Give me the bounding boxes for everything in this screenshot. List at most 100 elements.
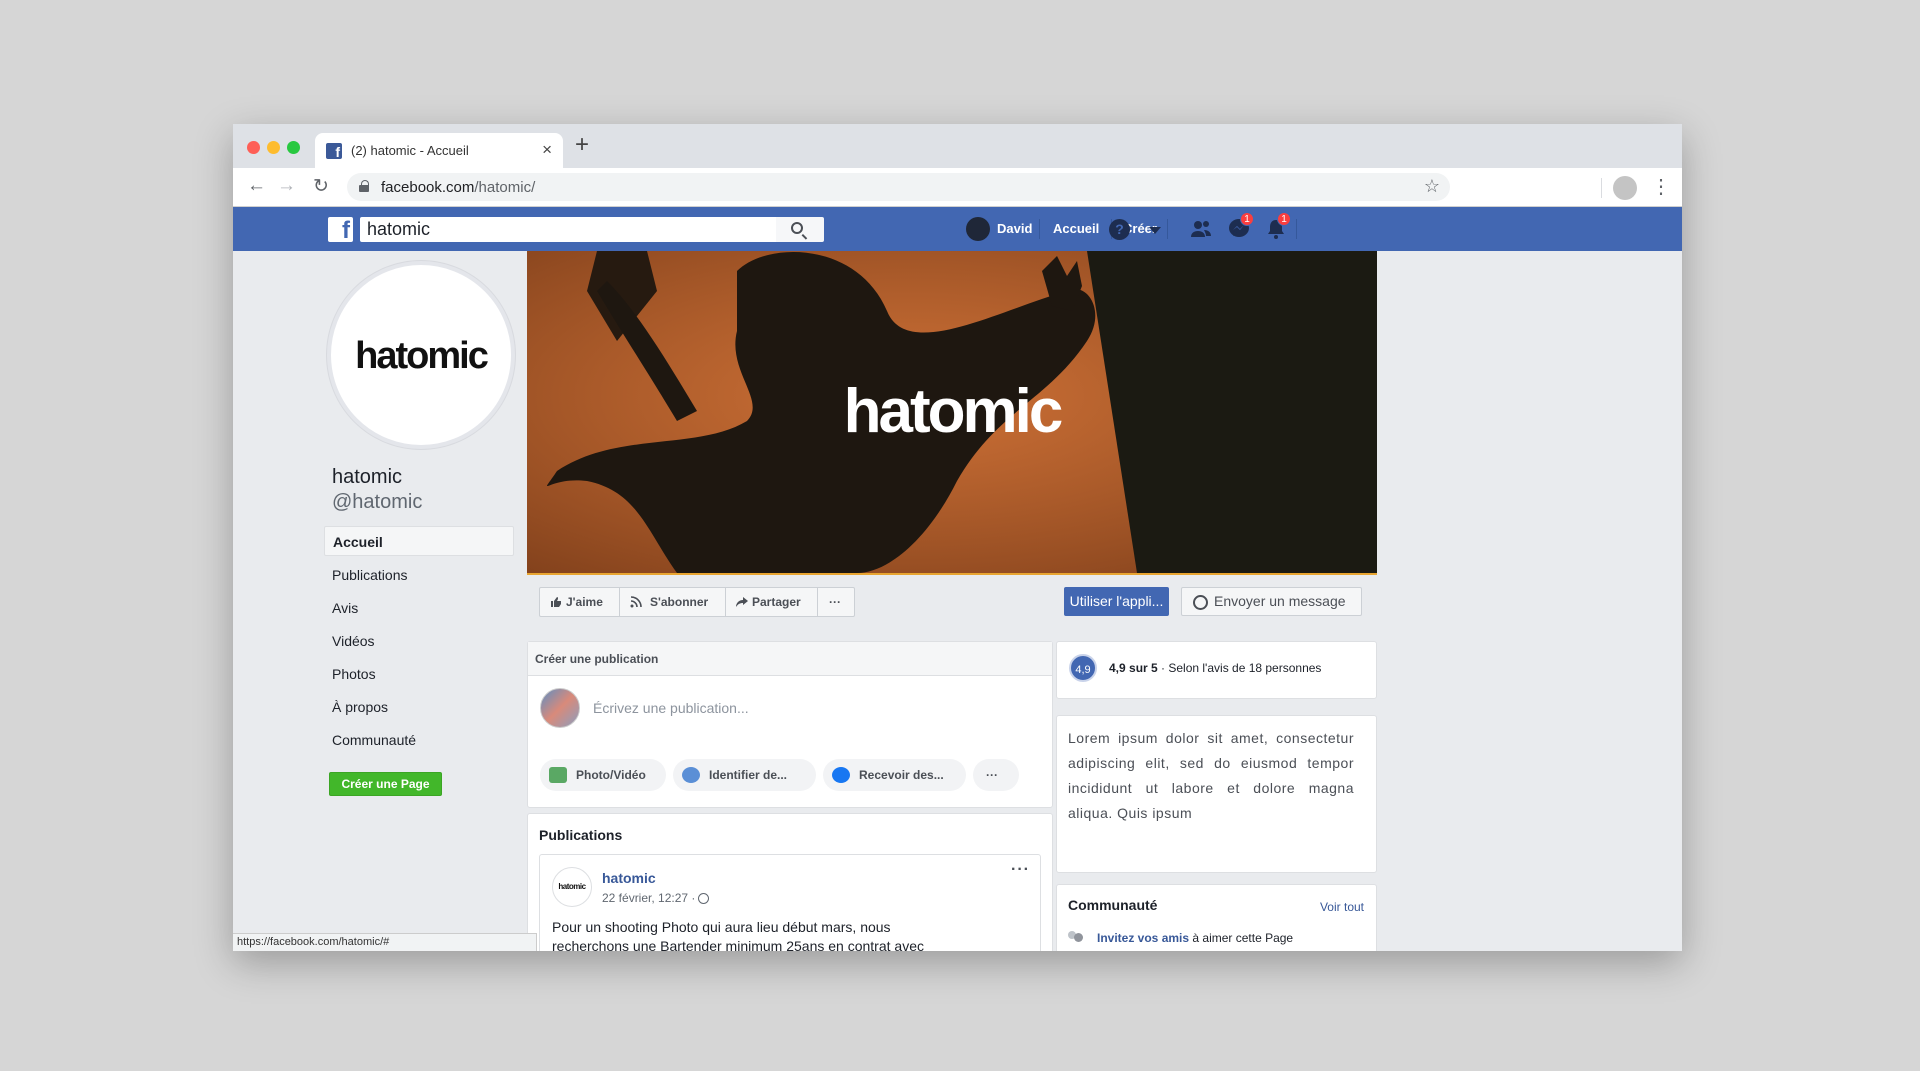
notifications-badge: 1 [1277, 212, 1291, 226]
browser-menu-icon[interactable]: ⋮ [1651, 174, 1671, 199]
nav-reviews[interactable]: Avis [324, 593, 514, 623]
status-bar-url: https://facebook.com/hatomic/# [233, 933, 537, 951]
home-link[interactable]: Accueil [1053, 221, 1099, 236]
receive-messages-label: Recevoir des... [859, 768, 944, 782]
follow-button[interactable]: S'abonner [620, 588, 726, 616]
nav-photos[interactable]: Photos [324, 659, 514, 689]
url-input[interactable]: facebook.com/hatomic/ ☆ [347, 173, 1450, 201]
maximize-window-button[interactable] [287, 141, 300, 154]
forward-icon[interactable]: → [277, 175, 296, 197]
page-handle[interactable]: @hatomic [332, 491, 422, 514]
tag-person-icon [682, 767, 700, 783]
new-tab-button[interactable]: + [575, 131, 589, 159]
share-button[interactable]: Partager [726, 588, 818, 616]
invite-friends-link[interactable]: Invitez vos amis [1097, 931, 1189, 945]
composer-input[interactable]: Écrivez une publication... [593, 700, 749, 716]
receive-messages-button[interactable]: Recevoir des... [823, 759, 966, 791]
facebook-search-input[interactable]: hatomic [360, 217, 776, 242]
about-card: Lorem ipsum dolor sit amet, consectetur … [1056, 715, 1377, 873]
publications-title: Publications [539, 827, 623, 843]
photo-video-button[interactable]: Photo/Vidéo [540, 759, 666, 791]
user-avatar[interactable] [966, 217, 990, 241]
profile-avatar[interactable] [1613, 176, 1637, 200]
facebook-header: f hatomic David Accueil Créer 1 1 ? [233, 207, 1682, 251]
search-button[interactable] [776, 217, 824, 242]
page-actions-group: J'aime S'abonner Partager ··· [539, 587, 855, 617]
search-value: hatomic [367, 219, 431, 239]
url-path: /hatomic/ [474, 179, 536, 196]
use-app-button[interactable]: Utiliser l'appli... [1064, 587, 1169, 616]
cover-photo[interactable]: hatomic [527, 251, 1377, 573]
address-bar: ← → ↻ facebook.com/hatomic/ ☆ ⋮ [233, 168, 1682, 207]
post-date-text: 22 février, 12:27 · [602, 891, 696, 905]
composer-avatar [540, 688, 580, 728]
rating-card: 4,9 4,9 sur 5 · Selon l'avis de 18 perso… [1056, 641, 1377, 699]
nav-videos[interactable]: Vidéos [324, 626, 514, 656]
bookmark-star-icon[interactable]: ☆ [1424, 176, 1440, 197]
minimize-window-button[interactable] [267, 141, 280, 154]
notifications-bell-icon[interactable]: 1 [1264, 212, 1291, 241]
header-divider [1039, 219, 1040, 239]
browser-tab[interactable]: f (2) hatomic - Accueil × [315, 133, 563, 168]
share-arrow-icon [736, 597, 748, 607]
publications-card: Publications hatomic hatomic 22 février,… [527, 813, 1053, 951]
post-text: Pour un shooting Photo qui aura lieu déb… [552, 919, 924, 951]
like-button[interactable]: J'aime [540, 588, 620, 616]
rss-icon [630, 596, 642, 608]
photo-icon [549, 767, 567, 783]
user-name-link[interactable]: David [997, 221, 1032, 236]
about-text: Lorem ipsum dolor sit amet, consectetur … [1068, 730, 1354, 821]
composer-title: Créer une publication [528, 642, 1052, 676]
tab-bar: f (2) hatomic - Accueil × + [233, 124, 1682, 168]
messenger-icon[interactable]: 1 [1227, 212, 1254, 241]
reload-icon[interactable]: ↻ [313, 175, 329, 198]
post-author[interactable]: hatomic [602, 870, 656, 886]
send-message-label: Envoyer un message [1214, 593, 1346, 609]
close-window-button[interactable] [247, 141, 260, 154]
tab-close-icon[interactable]: × [542, 140, 552, 160]
tag-people-button[interactable]: Identifier de... [673, 759, 816, 791]
invite-friends: Invitez vos amis à aimer cette Page [1097, 931, 1293, 945]
community-card: Communauté Voir tout Invitez vos amis à … [1056, 884, 1377, 951]
post-card: hatomic hatomic 22 février, 12:27 · ··· … [539, 854, 1041, 951]
lock-icon [359, 180, 369, 192]
page-profile-picture[interactable]: hatomic [327, 261, 515, 449]
nav-home[interactable]: Accueil [324, 526, 514, 556]
tag-people-label: Identifier de... [709, 768, 788, 782]
nav-about[interactable]: À propos [324, 692, 514, 722]
rating-score: 4,9 sur 5 [1109, 661, 1158, 675]
follow-label: S'abonner [650, 595, 709, 609]
see-all-link[interactable]: Voir tout [1320, 900, 1364, 914]
facebook-favicon-icon: f [326, 143, 342, 159]
nav-community[interactable]: Communauté [324, 725, 514, 755]
friend-requests-icon[interactable] [1189, 217, 1213, 241]
profile-logo-text: hatomic [355, 335, 489, 377]
composer-card: Créer une publication Écrivez une public… [527, 641, 1053, 808]
rating-detail: · Selon l'avis de 18 personnes [1157, 661, 1322, 675]
account-dropdown-icon[interactable] [1149, 227, 1161, 234]
page-name[interactable]: hatomic [332, 466, 402, 489]
rating-summary: 4,9 sur 5 · Selon l'avis de 18 personnes [1109, 661, 1321, 675]
nav-publications[interactable]: Publications [324, 560, 514, 590]
send-message-button[interactable]: Envoyer un message [1181, 587, 1362, 616]
facebook-logo-icon[interactable]: f [328, 217, 353, 244]
post-avatar[interactable]: hatomic [552, 867, 592, 907]
post-options-button[interactable]: ··· [1011, 861, 1030, 879]
people-icon [1068, 931, 1084, 943]
composer-more-button[interactable]: ··· [973, 759, 1019, 791]
tab-title: (2) hatomic - Accueil [351, 143, 469, 158]
post-date[interactable]: 22 février, 12:27 · [602, 891, 710, 905]
back-icon[interactable]: ← [247, 175, 266, 197]
browser-window: f (2) hatomic - Accueil × + ← → ↻ facebo… [233, 124, 1682, 951]
header-divider [1167, 219, 1168, 239]
header-divider [1296, 219, 1297, 239]
share-label: Partager [752, 595, 801, 609]
toolbar-divider [1601, 178, 1602, 198]
search-icon [791, 222, 803, 234]
community-title: Communauté [1068, 897, 1158, 913]
help-icon[interactable]: ? [1109, 219, 1130, 240]
more-actions-button[interactable]: ··· [818, 588, 854, 616]
thumbs-up-icon [551, 597, 561, 607]
like-label: J'aime [566, 595, 603, 609]
create-page-button[interactable]: Créer une Page [329, 772, 442, 796]
